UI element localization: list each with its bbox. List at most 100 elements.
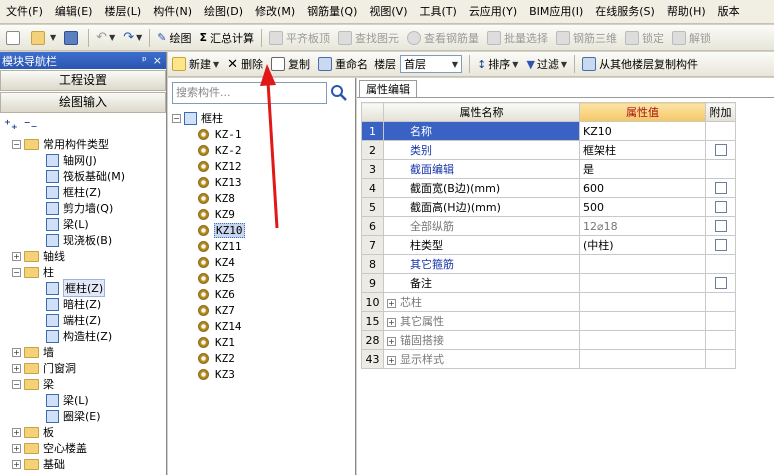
component-item[interactable]: KZ9 xyxy=(172,206,352,222)
menu-item[interactable]: 编辑(E) xyxy=(49,1,99,23)
menu-item[interactable]: 绘图(D) xyxy=(198,1,249,23)
unlock-button[interactable]: 解锁 xyxy=(668,27,715,49)
rename-component-button[interactable]: 重命名 xyxy=(314,53,372,75)
property-row[interactable]: 8 其它箍筋 xyxy=(361,254,736,274)
nav-tree-folder[interactable]: + 轴线 xyxy=(0,248,166,264)
nav-tree-item[interactable]: 端柱(Z) xyxy=(0,312,166,328)
component-item[interactable]: KZ12 xyxy=(172,158,352,174)
level-slab-button[interactable]: 平齐板顶 xyxy=(265,27,334,49)
expand-icon[interactable]: + xyxy=(12,427,21,437)
delete-component-button[interactable]: ✕ 删除 xyxy=(223,53,267,75)
nav-tree-folder[interactable]: + 基础 xyxy=(0,456,166,472)
save-button[interactable] xyxy=(60,27,85,49)
nav-tree-item[interactable]: 筏板基础(M) xyxy=(0,168,166,184)
property-row[interactable]: 15 + 其它属性 xyxy=(361,311,736,331)
nav-tree-item[interactable]: 梁(L) xyxy=(0,392,166,408)
property-row[interactable]: 28 + 锚固搭接 xyxy=(361,330,736,350)
property-value-cell[interactable] xyxy=(579,254,706,274)
redo-button[interactable]: ↷ ▼ xyxy=(119,27,146,49)
property-value-cell[interactable] xyxy=(579,273,706,293)
nav-tree-item[interactable]: 梁(L) xyxy=(0,216,166,232)
sum-calc-button[interactable]: Σ 汇总计算 xyxy=(196,27,259,49)
property-value-cell[interactable]: (中柱) xyxy=(579,235,706,255)
property-row[interactable]: 7 柱类型 (中柱) xyxy=(361,235,736,255)
menu-item[interactable]: 版本 xyxy=(712,1,746,23)
nav-tree-folder[interactable]: + 门窗洞 xyxy=(0,360,166,376)
menu-item[interactable]: 钢筋量(Q) xyxy=(301,1,363,23)
property-value-cell[interactable]: 600 xyxy=(579,178,706,198)
nav-tree-item[interactable]: 剪力墙(Q) xyxy=(0,200,166,216)
component-item[interactable]: KZ2 xyxy=(172,350,352,366)
property-row[interactable]: 3 截面编辑 是 xyxy=(361,159,736,179)
menu-item[interactable]: 视图(V) xyxy=(363,1,413,23)
pin-icon[interactable]: ᵖ xyxy=(142,54,147,67)
component-item[interactable]: KZ11 xyxy=(172,238,352,254)
undo-button[interactable]: ↶ ▼ xyxy=(92,27,119,49)
close-icon[interactable]: × xyxy=(153,54,162,67)
nav-tree-folder[interactable]: − 梁 xyxy=(0,376,166,392)
find-element-button[interactable]: 查找图元 xyxy=(334,27,403,49)
new-component-button[interactable]: 新建 ▼ xyxy=(168,53,223,75)
nav-tree-item[interactable]: 框柱(Z) xyxy=(0,279,166,297)
expand-icon[interactable]: + xyxy=(12,443,21,453)
nav-tree-folder[interactable]: + 空心楼盖 xyxy=(0,440,166,456)
sort-button[interactable]: ↕ 排序 ▼ xyxy=(473,53,522,75)
floor-select[interactable]: 首层 ▼ xyxy=(400,55,463,73)
nav-tree-item[interactable]: 轴网(J) xyxy=(0,152,166,168)
nav-tree-folder[interactable]: + 墙 xyxy=(0,344,166,360)
collapse-icon[interactable]: − xyxy=(172,113,181,123)
component-search-input[interactable]: 搜索构件... xyxy=(172,82,327,104)
component-item[interactable]: KZ13 xyxy=(172,174,352,190)
component-item[interactable]: KZ-1 xyxy=(172,126,352,142)
menu-item[interactable]: 在线服务(S) xyxy=(589,1,661,23)
component-item[interactable]: KZ3 xyxy=(172,366,352,382)
menu-item[interactable]: BIM应用(I) xyxy=(523,1,589,23)
collapse-icon[interactable]: − xyxy=(12,139,21,149)
drawing-input-button[interactable]: 绘图输入 xyxy=(0,92,166,113)
expand-icon[interactable]: + xyxy=(12,251,21,261)
copy-component-button[interactable]: 复制 xyxy=(267,53,314,75)
collapse-all-icon[interactable]: ⁻₋ xyxy=(24,118,38,133)
expand-icon[interactable]: + xyxy=(12,363,21,373)
property-row[interactable]: 5 截面高(H边)(mm) 500 xyxy=(361,197,736,217)
extra-checkbox[interactable] xyxy=(714,220,727,232)
component-item[interactable]: KZ4 xyxy=(172,254,352,270)
component-item[interactable]: KZ14 xyxy=(172,318,352,334)
menu-item[interactable]: 云应用(Y) xyxy=(463,1,523,23)
collapse-icon[interactable]: − xyxy=(12,267,21,277)
menu-item[interactable]: 文件(F) xyxy=(0,1,49,23)
extra-checkbox[interactable] xyxy=(714,239,727,251)
property-value-cell[interactable]: 框架柱 xyxy=(579,140,706,160)
new-file-button[interactable] xyxy=(2,27,27,49)
extra-checkbox[interactable] xyxy=(714,144,727,156)
nav-tree-item[interactable]: 暗柱(Z) xyxy=(0,296,166,312)
extra-checkbox[interactable] xyxy=(714,201,727,213)
property-row[interactable]: 9 备注 xyxy=(361,273,736,293)
menu-item[interactable]: 楼层(L) xyxy=(98,1,147,23)
expand-icon[interactable]: + xyxy=(387,355,396,365)
menu-item[interactable]: 帮助(H) xyxy=(661,1,712,23)
copy-from-floor-button[interactable]: 从其他楼层复制构件 xyxy=(578,53,702,75)
property-row[interactable]: 43 + 显示样式 xyxy=(361,349,736,369)
project-settings-button[interactable]: 工程设置 xyxy=(0,70,166,91)
tab-property-edit[interactable]: 属性编辑 xyxy=(359,80,417,98)
nav-tree-item[interactable]: 框柱(Z) xyxy=(0,184,166,200)
nav-tree-folder[interactable]: − 柱 xyxy=(0,264,166,280)
expand-icon[interactable]: + xyxy=(12,347,21,357)
property-row[interactable]: 2 类别 框架柱 xyxy=(361,140,736,160)
batch-select-button[interactable]: 批量选择 xyxy=(483,27,552,49)
component-item[interactable]: KZ8 xyxy=(172,190,352,206)
property-row[interactable]: 1 名称 KZ10 xyxy=(361,121,736,141)
property-value-cell[interactable]: KZ10 xyxy=(579,121,706,141)
extra-checkbox[interactable] xyxy=(714,182,727,194)
nav-tree-item[interactable]: 现浇板(B) xyxy=(0,232,166,248)
component-item[interactable]: KZ10 xyxy=(172,222,352,238)
collapse-icon[interactable]: − xyxy=(12,379,21,389)
property-value-cell[interactable]: 是 xyxy=(579,159,706,179)
extra-checkbox[interactable] xyxy=(714,277,727,289)
open-file-button[interactable]: ▼ xyxy=(27,27,60,49)
expand-icon[interactable]: + xyxy=(387,317,396,327)
lock-button[interactable]: 锁定 xyxy=(621,27,668,49)
expand-icon[interactable]: + xyxy=(12,459,21,469)
component-item[interactable]: KZ1 xyxy=(172,334,352,350)
